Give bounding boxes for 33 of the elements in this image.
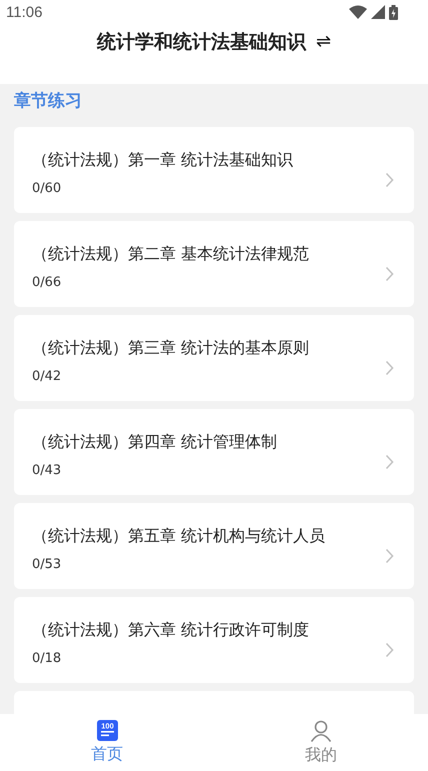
page-title: 统计学和统计法基础知识 [96, 30, 306, 55]
progress-count: 0/18 [32, 651, 62, 666]
person-icon [310, 720, 332, 742]
chapter-title: （统计法规）第三章 统计法的基本原则 [32, 338, 310, 359]
tab-button[interactable]: 我的 [214, 714, 428, 771]
chapter-title: （统计法规）第一章 统计法基础知识 [32, 150, 294, 171]
chevron-right-icon [385, 454, 394, 470]
chevron-right-icon [385, 172, 394, 188]
progress-count: 0/43 [32, 463, 62, 478]
chapter-title: （统计法规）第六章 统计行政许可制度 [32, 620, 310, 641]
signal-icon [371, 5, 385, 19]
progress-count: 0/53 [32, 557, 62, 572]
chapter-card[interactable]: （统计法规）第四章 统计管理体制 0/43 [14, 409, 414, 495]
progress-count: 0/66 [32, 275, 62, 290]
progress-count: 0/60 [32, 181, 62, 196]
chapter-title: （统计法规）第二章 基本统计法律规范 [32, 244, 310, 265]
chapter-card[interactable]: （统计法规）第二章 基本统计法律规范 0/66 [14, 221, 414, 307]
chevron-right-icon [385, 266, 394, 282]
wifi-icon [349, 5, 367, 19]
progress-count: 0/42 [32, 369, 62, 384]
chevron-right-icon [385, 360, 394, 376]
chapter-card[interactable]: （统计法规）第六章 统计行政许可制度 0/18 [14, 597, 414, 683]
chevron-right-icon [385, 642, 394, 658]
chapter-title: （统计法规）第五章 统计机构与统计人员 [32, 526, 326, 547]
chevron-right-icon [385, 548, 394, 564]
status-time: 11:06 [6, 4, 42, 20]
chapter-card[interactable]: （统计法规）第三章 统计法的基本原则 0/42 [14, 315, 414, 401]
chapter-title: （统计法规）第四章 统计管理体制 [32, 432, 278, 453]
chapter-card[interactable]: （统计法规）第一章 统计法基础知识 0/60 [14, 127, 414, 213]
battery-icon [389, 4, 398, 20]
chapter-card[interactable]: （统计法规）第五章 统计机构与统计人员 0/53 [14, 503, 414, 589]
switch-icon[interactable]: ⇌ [316, 28, 332, 56]
section-title: 章节练习 [14, 90, 83, 113]
